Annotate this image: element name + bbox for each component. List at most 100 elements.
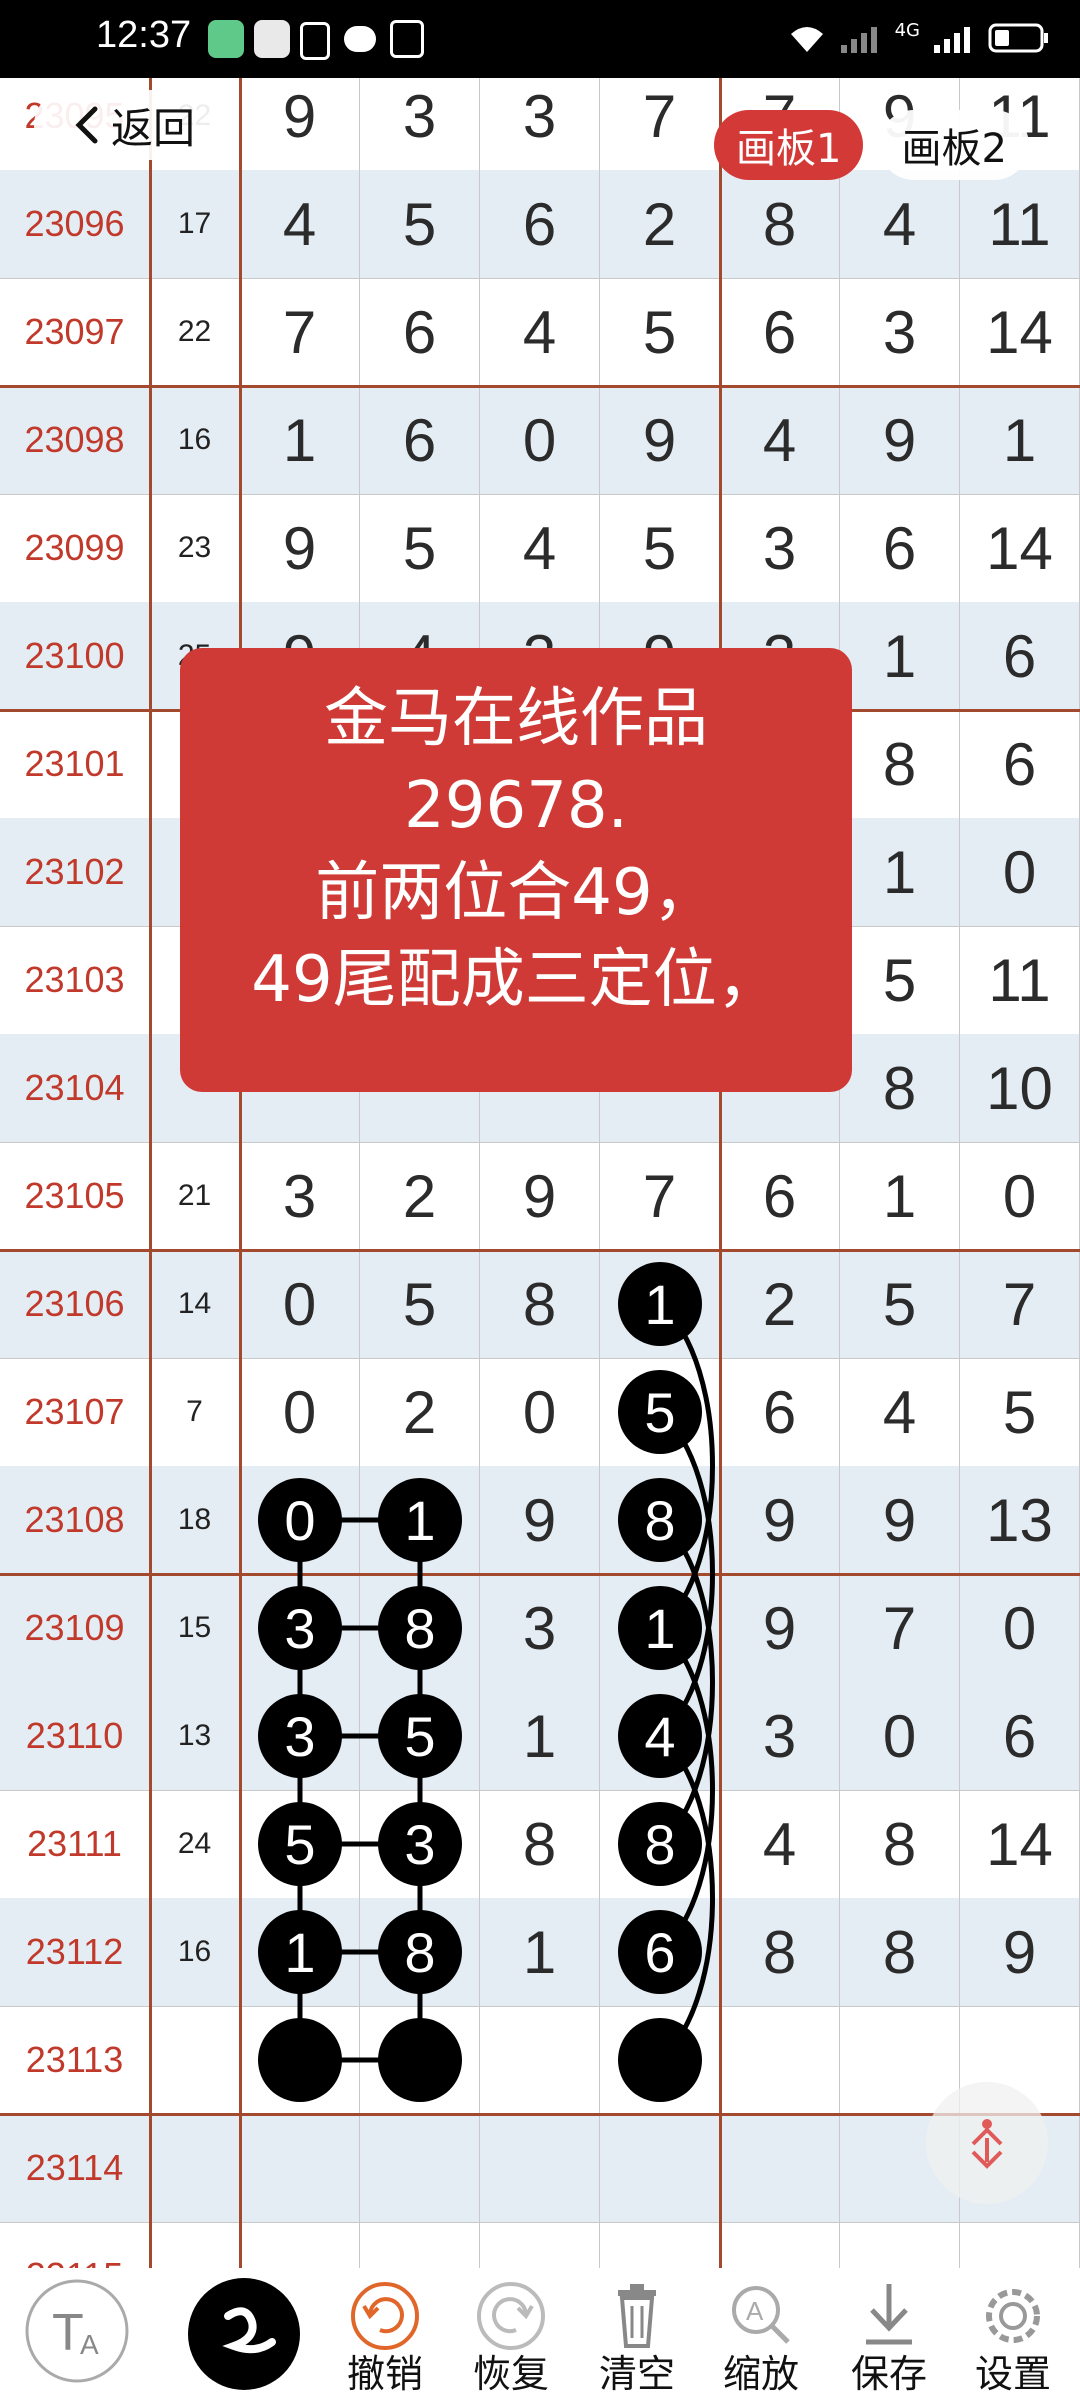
digit-cell[interactable]: 7 xyxy=(240,278,360,386)
digit-cell[interactable]: 3 xyxy=(840,278,960,386)
table-row[interactable]: 23096 17 4 5 6 2 8 4 11 xyxy=(0,170,1080,278)
digit-cell[interactable]: 1 xyxy=(600,1250,720,1358)
digit-cell[interactable]: 5 xyxy=(600,494,720,602)
digit-cell[interactable] xyxy=(720,2006,840,2114)
digit-cell[interactable] xyxy=(360,2114,480,2222)
tab-board-2[interactable]: 画板2 xyxy=(879,110,1029,180)
save-button[interactable]: 保存 xyxy=(834,2276,944,2400)
digit-cell[interactable]: 8 xyxy=(360,1574,480,1682)
digit-cell[interactable] xyxy=(840,2222,960,2268)
digit-cell[interactable]: 2 xyxy=(720,1250,840,1358)
digit-cell[interactable]: 3 xyxy=(480,1574,600,1682)
digit-cell[interactable]: 4 xyxy=(480,494,600,602)
digit-cell[interactable]: 3 xyxy=(480,78,600,170)
digit-cell[interactable]: 5 xyxy=(360,170,480,278)
digit-cell[interactable]: 14 xyxy=(960,1790,1080,1898)
digit-cell[interactable]: 6 xyxy=(360,278,480,386)
digit-cell[interactable]: 8 xyxy=(840,1034,960,1142)
digit-cell[interactable] xyxy=(480,2006,600,2114)
digit-cell[interactable]: 9 xyxy=(720,1574,840,1682)
digit-cell[interactable]: 8 xyxy=(480,1250,600,1358)
digit-cell[interactable]: 8 xyxy=(840,710,960,818)
digit-cell[interactable]: 5 xyxy=(960,1358,1080,1466)
digit-cell[interactable]: 4 xyxy=(720,386,840,494)
digit-cell[interactable]: 4 xyxy=(240,170,360,278)
redo-button[interactable]: 恢复 xyxy=(456,2276,566,2400)
table-row[interactable]: 23114 xyxy=(0,2114,1080,2222)
digit-cell[interactable]: 5 xyxy=(840,1250,960,1358)
digit-cell[interactable]: 6 xyxy=(960,602,1080,710)
digit-cell[interactable]: 6 xyxy=(360,386,480,494)
digit-cell[interactable] xyxy=(360,2006,480,2114)
digit-cell[interactable] xyxy=(720,2114,840,2222)
table-row[interactable]: 23105 21 3 2 9 7 6 1 0 xyxy=(0,1142,1080,1250)
digit-cell[interactable]: 1 xyxy=(840,602,960,710)
digit-cell[interactable]: 0 xyxy=(960,818,1080,926)
digit-cell[interactable]: 4 xyxy=(840,1358,960,1466)
digit-cell[interactable]: 1 xyxy=(360,1466,480,1574)
digit-cell[interactable]: 9 xyxy=(840,1466,960,1574)
digit-cell[interactable]: 0 xyxy=(240,1250,360,1358)
digit-cell[interactable]: 7 xyxy=(840,1574,960,1682)
digit-cell[interactable]: 0 xyxy=(840,1682,960,1790)
table-row[interactable]: 23109 15 3 8 3 1 9 7 0 xyxy=(0,1574,1080,1682)
digit-cell[interactable]: 0 xyxy=(240,1358,360,1466)
digit-cell[interactable]: 6 xyxy=(720,1358,840,1466)
digit-cell[interactable]: 6 xyxy=(600,1898,720,2006)
digit-cell[interactable]: 9 xyxy=(240,78,360,170)
digit-cell[interactable]: 0 xyxy=(480,386,600,494)
digit-cell[interactable]: 5 xyxy=(600,1358,720,1466)
digit-cell[interactable]: 13 xyxy=(960,1466,1080,1574)
digit-cell[interactable]: 10 xyxy=(960,1034,1080,1142)
digit-cell[interactable]: 1 xyxy=(840,1142,960,1250)
digit-cell[interactable]: 8 xyxy=(600,1790,720,1898)
digit-cell[interactable]: 3 xyxy=(240,1574,360,1682)
digit-cell[interactable] xyxy=(720,2222,840,2268)
table-row[interactable]: 23098 16 1 6 0 9 4 9 1 xyxy=(0,386,1080,494)
table-row[interactable]: 23106 14 0 5 8 1 2 5 7 xyxy=(0,1250,1080,1358)
digit-cell[interactable]: 5 xyxy=(360,494,480,602)
digit-cell[interactable] xyxy=(480,2222,600,2268)
digit-cell[interactable]: 14 xyxy=(960,278,1080,386)
digit-cell[interactable]: 9 xyxy=(720,1466,840,1574)
table-row[interactable]: 23110 13 3 5 1 4 3 0 6 xyxy=(0,1682,1080,1790)
digit-cell[interactable]: 2 xyxy=(360,1358,480,1466)
digit-cell[interactable] xyxy=(240,2006,360,2114)
undo-button[interactable]: 撤销 xyxy=(330,2276,440,2400)
digit-cell[interactable]: 4 xyxy=(720,1790,840,1898)
tab-board-1[interactable]: 画板1 xyxy=(714,110,864,180)
digit-cell[interactable]: 2 xyxy=(360,1142,480,1250)
digit-cell[interactable]: 3 xyxy=(360,78,480,170)
table-row[interactable]: 23111 24 5 3 8 8 4 8 14 xyxy=(0,1790,1080,1898)
digit-cell[interactable]: 8 xyxy=(600,1466,720,1574)
digit-cell[interactable]: 1 xyxy=(480,1898,600,2006)
digit-cell[interactable] xyxy=(240,2222,360,2268)
digit-cell[interactable]: 5 xyxy=(240,1790,360,1898)
digit-cell[interactable]: 3 xyxy=(360,1790,480,1898)
digit-cell[interactable]: 6 xyxy=(720,1142,840,1250)
digit-cell[interactable]: 1 xyxy=(600,1574,720,1682)
digit-cell[interactable]: 11 xyxy=(960,926,1080,1034)
digit-cell[interactable]: 0 xyxy=(480,1358,600,1466)
digit-cell[interactable]: 1 xyxy=(480,1682,600,1790)
table-row[interactable]: 23108 18 0 1 9 8 9 9 13 xyxy=(0,1466,1080,1574)
digit-cell[interactable]: 4 xyxy=(600,1682,720,1790)
digit-cell[interactable]: 3 xyxy=(720,1682,840,1790)
digit-cell[interactable]: 6 xyxy=(720,278,840,386)
digit-cell[interactable]: 0 xyxy=(240,1466,360,1574)
digit-cell[interactable]: 8 xyxy=(360,1898,480,2006)
table-row[interactable]: 23112 16 1 8 1 6 8 8 9 xyxy=(0,1898,1080,2006)
digit-cell[interactable]: 2 xyxy=(600,170,720,278)
digit-cell[interactable] xyxy=(600,2222,720,2268)
digit-cell[interactable]: 0 xyxy=(960,1574,1080,1682)
digit-cell[interactable]: 6 xyxy=(960,710,1080,818)
digit-cell[interactable]: 5 xyxy=(360,1250,480,1358)
digit-cell[interactable] xyxy=(960,2222,1080,2268)
digit-cell[interactable]: 14 xyxy=(960,494,1080,602)
digit-cell[interactable]: 0 xyxy=(960,1142,1080,1250)
text-size-button[interactable]: TA xyxy=(22,2276,132,2400)
settings-button[interactable]: 设置 xyxy=(958,2276,1068,2400)
table-row[interactable]: 23107 7 0 2 0 5 6 4 5 xyxy=(0,1358,1080,1466)
digit-cell[interactable]: 9 xyxy=(480,1466,600,1574)
digit-cell[interactable]: 7 xyxy=(600,1142,720,1250)
